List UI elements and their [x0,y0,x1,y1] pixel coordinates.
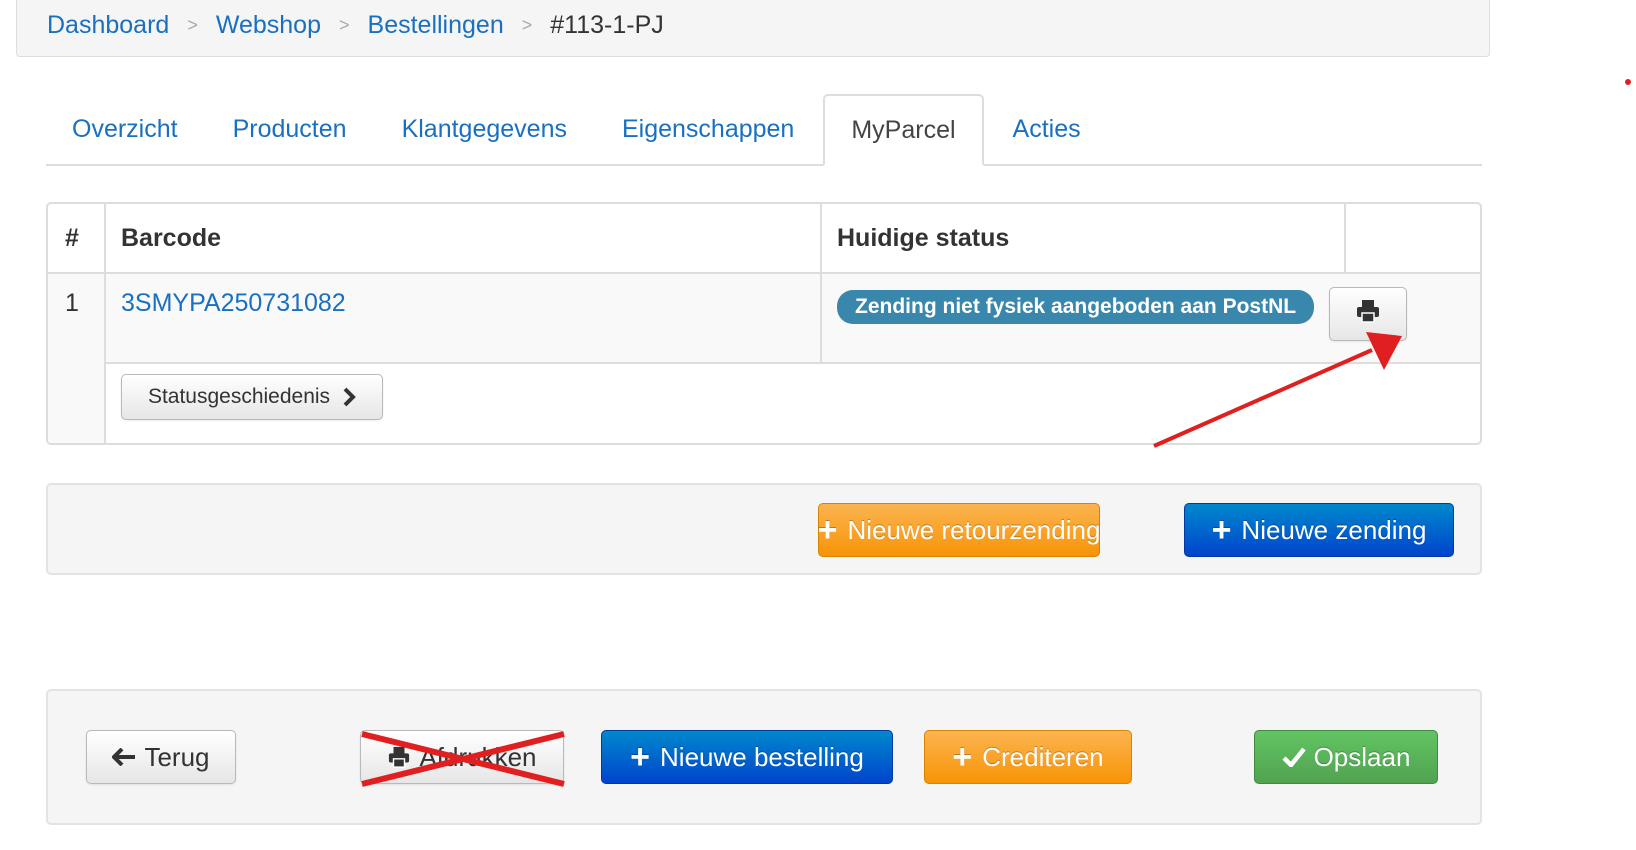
breadcrumb-separator: > [521,14,533,35]
chevron-right-icon [342,387,356,407]
breadcrumb-bestellingen[interactable]: Bestellingen [368,11,504,40]
status-badge: Zending niet fysiek aangeboden aan PostN… [837,290,1315,324]
new-return-shipment-button[interactable]: + Nieuwe retourzending [818,503,1100,557]
tab-eigenschappen[interactable]: Eigenschappen [596,94,820,164]
credit-label: Crediteren [982,741,1104,772]
back-label: Terug [144,741,210,772]
plus-icon: + [630,738,651,776]
new-order-button[interactable]: + Nieuwe bestelling [601,730,893,784]
breadcrumb-separator: > [187,14,198,35]
column-divider [104,204,106,443]
header-status: Huidige status [837,224,1010,252]
plus-icon: + [952,738,973,776]
new-shipment-button[interactable]: + Nieuwe zending [1184,503,1454,557]
annotation-dot [1625,79,1631,85]
tab-overzicht[interactable]: Overzicht [46,94,204,164]
new-return-shipment-label: Nieuwe retourzending [847,514,1101,545]
arrow-left-icon [112,748,136,766]
printer-icon [1355,299,1381,330]
print-button[interactable]: Afdrukken [360,730,564,784]
column-divider [820,204,822,364]
tab-klantgegevens[interactable]: Klantgegevens [376,94,593,164]
column-divider [1344,204,1346,274]
print-label: Afdrukken [419,741,537,772]
shipment-actions-panel: + Nieuwe retourzending + Nieuwe zending [46,483,1482,575]
breadcrumb-webshop[interactable]: Webshop [216,11,321,40]
row-number: 1 [65,289,79,317]
back-button[interactable]: Terug [86,730,236,784]
status-history-label: Statusgeschiedenis [147,385,331,408]
parcel-table: # Barcode Huidige status 1 3SMYPA2507310… [46,202,1482,445]
tab-producten[interactable]: Producten [207,94,373,164]
credit-button[interactable]: + Crediteren [924,730,1132,784]
new-shipment-label: Nieuwe zending [1241,514,1427,545]
breadcrumb-separator: > [339,14,350,35]
header-number: # [65,224,79,252]
new-order-label: Nieuwe bestelling [660,741,864,772]
tab-myparcel[interactable]: MyParcel [823,94,984,166]
footer-actions-panel: Terug Afdrukken + Nieuwe bestelling + Cr… [46,689,1482,825]
breadcrumb-current: #113-1-PJ [550,10,664,39]
breadcrumb: Dashboard > Webshop > Bestellingen > #11… [16,0,1490,57]
tab-bar: Overzicht Producten Klantgegevens Eigens… [46,94,1482,166]
save-button[interactable]: Opslaan [1254,730,1438,784]
header-barcode: Barcode [121,224,222,252]
table-header [48,204,1480,274]
barcode-link[interactable]: 3SMYPA250731082 [121,289,346,318]
plus-icon: + [1211,511,1232,549]
plus-icon: + [817,511,838,549]
printer-icon [387,746,411,768]
checkmark-icon [1281,747,1306,767]
print-label-button[interactable] [1329,287,1407,341]
breadcrumb-dashboard[interactable]: Dashboard [47,11,169,40]
save-label: Opslaan [1313,741,1411,772]
tab-acties[interactable]: Acties [987,94,1107,164]
status-history-button[interactable]: Statusgeschiedenis [121,374,383,420]
